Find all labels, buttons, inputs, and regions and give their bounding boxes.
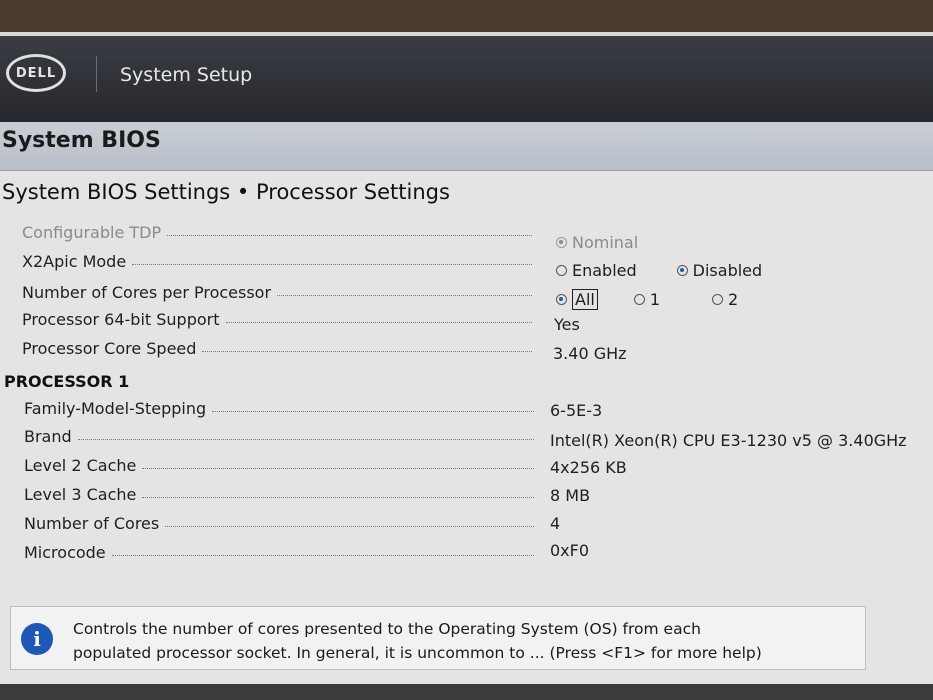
help-panel: i Controls the number of cores presented…	[10, 606, 866, 670]
info-label: Number of Cores	[24, 513, 160, 533]
cores-2-radio[interactable]: 2	[712, 290, 738, 309]
help-line-1: Controls the number of cores presented t…	[73, 620, 701, 638]
setting-row-x2apic: X2Apic Mode	[22, 249, 532, 273]
setting-row-64bit-support: Processor 64-bit Support	[22, 307, 532, 331]
x2apic-enabled-radio[interactable]: Enabled	[556, 261, 637, 280]
value-l3-cache: 8 MB	[550, 485, 591, 505]
info-label: Level 2 Cache	[24, 455, 137, 475]
leader-dots	[142, 467, 534, 469]
info-label: Level 3 Cache	[24, 484, 137, 504]
header-divider	[96, 56, 97, 92]
info-row-microcode: Microcode	[24, 540, 534, 564]
radio-icon	[676, 264, 688, 276]
leader-dots	[167, 234, 532, 236]
tdp-options: Nominal	[556, 230, 676, 254]
app-title: System Setup	[120, 64, 253, 86]
dell-logo: DELL	[6, 54, 66, 92]
info-label: Brand	[24, 426, 72, 446]
info-row-brand: Brand	[24, 424, 534, 448]
value-brand: Intel(R) Xeon(R) CPU E3-1230 v5 @ 3.40GH…	[550, 430, 907, 450]
info-row-l2-cache: Level 2 Cache	[24, 453, 534, 477]
value-64bit-support: Yes	[554, 314, 580, 334]
processor1-header: PROCESSOR 1	[4, 372, 130, 391]
value-l2-cache: 4x256 KB	[550, 457, 627, 477]
section-title: System BIOS	[2, 128, 161, 153]
x2apic-disabled-radio[interactable]: Disabled	[676, 261, 762, 280]
leader-dots	[142, 496, 534, 498]
cores-1-radio[interactable]: 1	[633, 290, 660, 309]
leader-dots	[111, 554, 534, 556]
tdp-nominal-radio: Nominal	[556, 233, 638, 252]
info-label: Family-Model-Stepping	[24, 398, 207, 418]
leader-dots	[212, 410, 534, 412]
setting-label: Number of Cores per Processor	[22, 282, 272, 302]
radio-icon	[712, 293, 724, 305]
monitor-top-bezel	[0, 0, 933, 36]
setting-label: Processor Core Speed	[22, 338, 197, 358]
leader-dots	[132, 263, 532, 265]
leader-dots	[277, 294, 532, 296]
x2apic-options: Enabled Disabled	[556, 258, 800, 282]
help-text: Controls the number of cores presented t…	[73, 617, 853, 665]
setting-row-core-speed: Processor Core Speed	[22, 336, 532, 360]
cores-all-radio[interactable]: All	[556, 288, 598, 310]
setting-row-cores-per-processor: Number of Cores per Processor	[22, 280, 532, 304]
help-line-2: populated processor socket. In general, …	[73, 644, 762, 662]
value-family-model-stepping: 6-5E-3	[550, 400, 603, 420]
radio-icon	[556, 264, 567, 276]
radio-icon	[556, 236, 567, 248]
radio-icon	[556, 293, 567, 305]
value-number-of-cores: 4	[550, 513, 561, 533]
value-core-speed: 3.40 GHz	[553, 343, 627, 363]
info-icon: i	[21, 623, 53, 655]
info-label: Microcode	[24, 542, 106, 562]
cores-options: All 1 2	[556, 287, 776, 311]
app-header: DELL System Setup	[0, 32, 933, 126]
value-microcode: 0xF0	[550, 540, 590, 560]
info-row-l3-cache: Level 3 Cache	[24, 482, 534, 506]
setting-label: X2Apic Mode	[22, 251, 127, 271]
radio-icon	[633, 293, 645, 305]
leader-dots	[225, 321, 532, 323]
info-row-family-model-stepping: Family-Model-Stepping	[24, 396, 534, 420]
setting-label: Configurable TDP	[22, 222, 162, 242]
leader-dots	[165, 525, 534, 527]
leader-dots	[77, 438, 534, 440]
breadcrumb: System BIOS Settings • Processor Setting…	[2, 180, 450, 204]
setting-row-configurable-tdp: Configurable TDP	[22, 220, 532, 244]
leader-dots	[202, 350, 532, 352]
info-row-number-of-cores: Number of Cores	[24, 511, 534, 535]
setting-label: Processor 64-bit Support	[22, 309, 220, 329]
monitor-bottom-bezel	[0, 684, 933, 700]
